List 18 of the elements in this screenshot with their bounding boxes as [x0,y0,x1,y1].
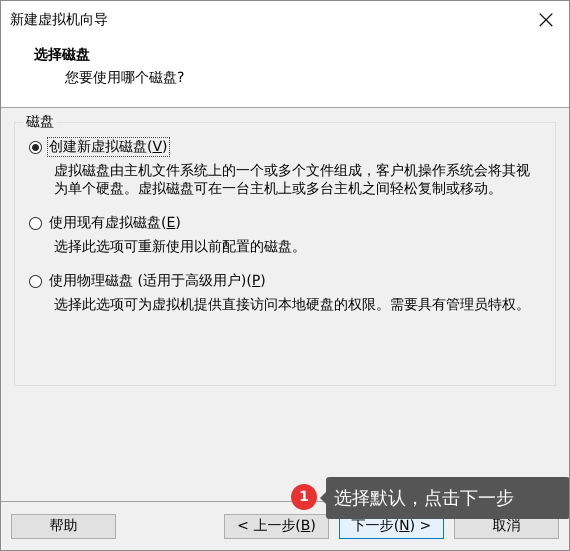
close-button[interactable]: × [523,1,569,38]
dialog-button[interactable]: < 上一步(B) [224,514,329,538]
option-description: 选择此选项可为虚拟机提供直接访问本地硬盘的权限。需要具有管理员特权。 [54,296,531,314]
radio-label[interactable]: 使用物理磁盘 (适用于高级用户)(P) [47,271,268,291]
callout-text: 选择默认，点击下一步 [334,487,514,510]
step-badge: 1 [291,484,317,510]
radio-label[interactable]: 创建新虚拟磁盘(V) [47,137,170,157]
option-description: 虚拟磁盘由主机文件系统上的一个或多个文件组成，客户机操作系统会将其视为单个硬盘。虚拟磁盘可在一台主机上或多台主机之间轻松复制或移动。 [54,162,531,198]
radio-button[interactable] [29,140,42,154]
page-heading: 选择磁盘 [34,46,90,64]
option-description: 选择此选项可重新使用以前配置的磁盘。 [54,238,307,256]
dialog-button[interactable]: 帮助 [11,514,116,538]
page-subtitle: 您要使用哪个磁盘? [65,69,184,87]
radio-button[interactable] [29,216,42,230]
group-title: 磁盘 [23,113,57,131]
radio-label[interactable]: 使用现有虚拟磁盘(E) [47,213,183,233]
radio-button[interactable] [29,274,42,288]
window-title: 新建虚拟机向导 [10,10,108,28]
